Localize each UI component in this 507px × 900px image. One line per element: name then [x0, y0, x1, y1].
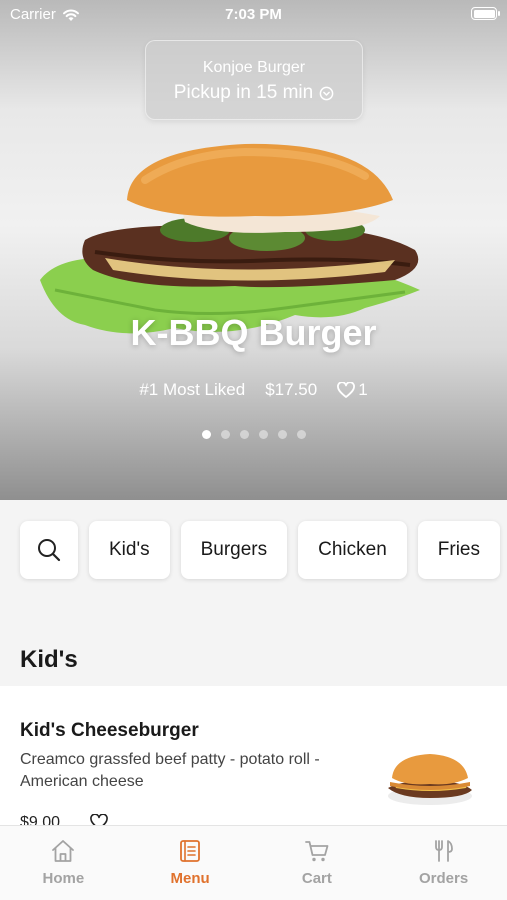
hero-price: $17.50: [265, 380, 318, 399]
clock: 7:03 PM: [225, 6, 282, 23]
status-bar: Carrier 7:03 PM: [0, 0, 507, 28]
carousel-dot[interactable]: [201, 430, 211, 439]
heart-icon: [337, 382, 356, 398]
category-chip-burgers[interactable]: Burgers: [180, 521, 288, 579]
carousel-dot[interactable]: [220, 430, 230, 439]
menu-item-photo: [372, 716, 488, 826]
menu-item-description: Creamco grassfed beef patty - potato rol…: [20, 751, 320, 790]
menu-icon: [180, 840, 201, 862]
location-selector[interactable]: Konjoe Burger Pickup in 15 min: [145, 40, 363, 120]
carousel-dot[interactable]: [258, 430, 268, 439]
tab-cart-label: Cart: [301, 870, 332, 887]
chevron-down-circle-icon: [319, 86, 334, 100]
carousel-dot[interactable]: [296, 430, 306, 439]
category-chip-fries[interactable]: Fries: [417, 521, 501, 579]
tab-menu[interactable]: Menu: [127, 826, 254, 900]
category-bar: Kid's Burgers Chicken Fries: [20, 521, 501, 579]
hero-meta: #1 Most Liked $17.50 1: [0, 380, 507, 400]
menu-item-name: Kid's Cheeseburger: [20, 720, 199, 741]
hero-banner[interactable]: Carrier 7:03 PM Konjoe Burger Pickup in …: [0, 0, 507, 500]
pickup-time-label: Pickup in 15 min: [173, 82, 314, 103]
tab-bar: Home Menu Cart Orders: [0, 825, 507, 900]
cart-icon: [304, 841, 329, 862]
carousel-dot[interactable]: [277, 430, 287, 439]
tab-home[interactable]: Home: [0, 826, 127, 900]
tab-cart[interactable]: Cart: [254, 826, 381, 900]
hero-badge: #1 Most Liked: [139, 380, 246, 399]
orders-icon: [434, 840, 453, 862]
carousel-dot[interactable]: [239, 430, 249, 439]
menu-item-card[interactable]: Kid's Cheeseburger Creamco grassfed beef…: [0, 686, 507, 836]
tab-menu-label: Menu: [170, 870, 210, 887]
battery-icon: [471, 7, 500, 20]
tab-home-label: Home: [42, 870, 85, 887]
section-title: Kid's: [20, 646, 78, 673]
home-icon: [52, 840, 75, 862]
carousel-indicator[interactable]: [0, 430, 507, 439]
hero-likes[interactable]: 1: [337, 380, 368, 400]
category-chip-chicken[interactable]: Chicken: [298, 521, 407, 579]
hero-likes-count: 1: [358, 380, 368, 399]
restaurant-name: Konjoe Burger: [202, 59, 306, 76]
search-icon: [38, 539, 61, 562]
hero-title: K-BBQ Burger: [130, 312, 377, 353]
pickup-time: Pickup in 15 min: [146, 82, 362, 104]
category-chip-kids[interactable]: Kid's: [89, 521, 170, 579]
tab-orders-label: Orders: [419, 870, 469, 887]
search-button[interactable]: [20, 521, 78, 579]
tab-orders[interactable]: Orders: [380, 826, 507, 900]
